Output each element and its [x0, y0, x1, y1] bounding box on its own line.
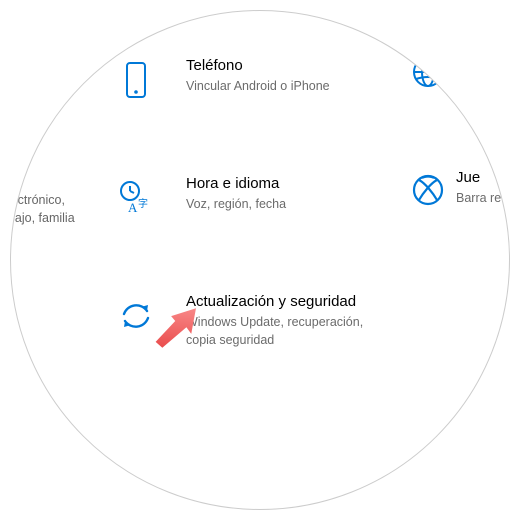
sync-icon [86, 293, 186, 335]
tile-phone[interactable]: Teléfono Vincular Android o iPhone [86, 51, 406, 107]
settings-grid: mouse Teléfono Vincular Android o iPhone [10, 10, 510, 405]
tile-gaming-cropped[interactable]: Jue Barra retran [406, 169, 510, 207]
settings-row: ara Actualización y seguridad Windows Up… [10, 287, 510, 357]
cropped-text-fragment: mouse [10, 51, 86, 71]
tile-time-language[interactable]: A 字 Hora e idioma Voz, región, fecha [86, 169, 406, 221]
tile-title: Hora e idioma [186, 175, 396, 192]
tile-subtitle: Vincular Android o iPhone [186, 77, 396, 95]
tile-network-cropped[interactable] [406, 51, 450, 89]
svg-text:字: 字 [138, 197, 148, 210]
tile-title: Actualización y seguridad [186, 293, 396, 310]
tile-title: Jue [456, 169, 510, 186]
globe-icon [406, 51, 450, 89]
tile-subtitle: Voz, región, fecha [186, 195, 396, 213]
cropped-text-fragment: ara [10, 287, 86, 333]
cropped-text-fragment: eo electrónico, abajo, familia [10, 169, 86, 227]
svg-text:A: A [128, 200, 138, 215]
time-language-icon: A 字 [86, 175, 186, 215]
tile-title: Teléfono [186, 57, 396, 74]
magnifier-circle: mouse Teléfono Vincular Android o iPhone [10, 10, 510, 510]
phone-icon [86, 57, 186, 101]
tile-subtitle: Windows Update, recuperación, copia segu… [186, 313, 396, 349]
settings-row: mouse Teléfono Vincular Android o iPhone [10, 51, 510, 121]
xbox-icon [406, 169, 450, 207]
settings-row: eo electrónico, abajo, familia A 字 Hora … [10, 169, 510, 239]
tile-update-security[interactable]: Actualización y seguridad Windows Update… [86, 287, 406, 355]
tile-subtitle: Barra retran [456, 189, 510, 207]
